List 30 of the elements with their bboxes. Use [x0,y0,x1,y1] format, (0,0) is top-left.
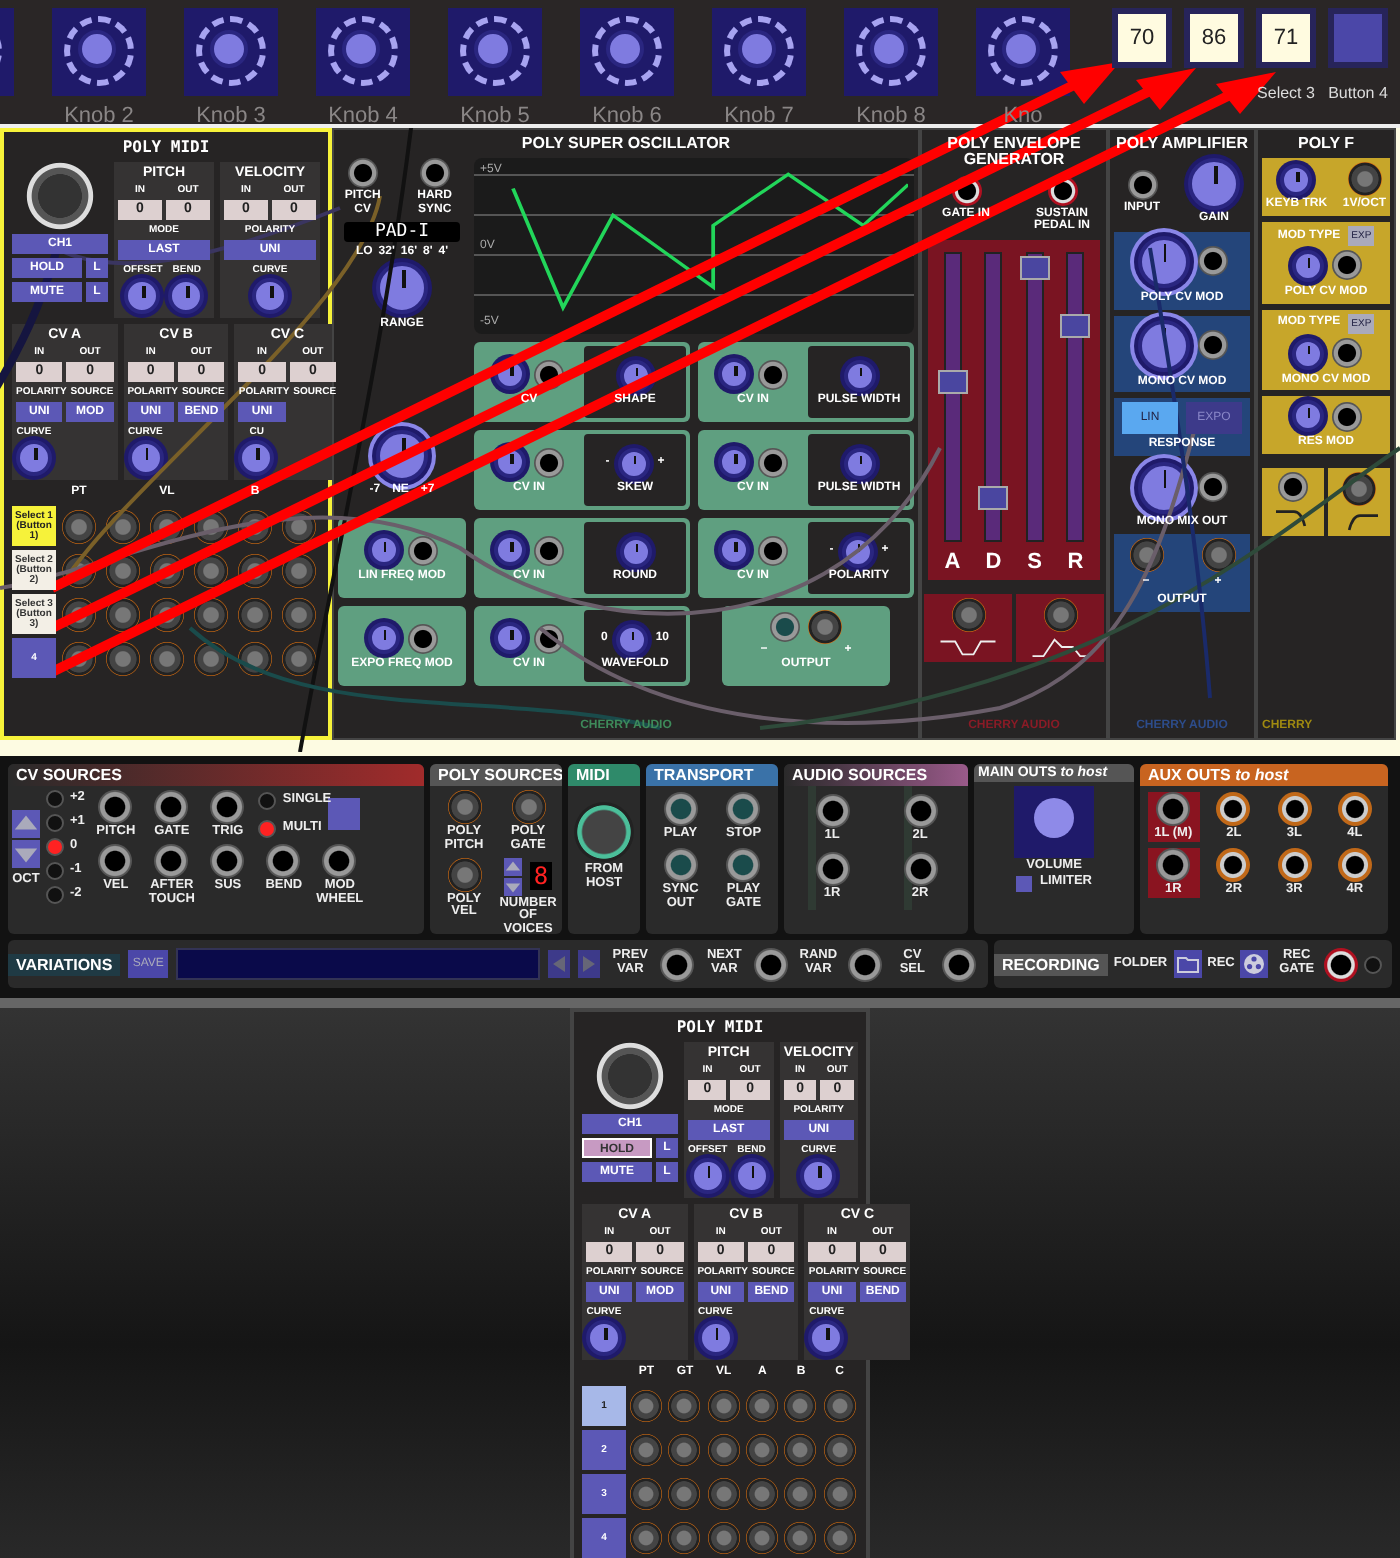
slider-label: D [985,549,1002,574]
value-button[interactable]: 86 [1184,8,1244,68]
section-title: POLY SOURCES [430,764,562,786]
module-title: POLY F [1295,136,1356,153]
value-button[interactable]: 70 [1112,8,1172,68]
value-button[interactable]: 71 [1256,8,1316,68]
section-title: AUDIO SOURCES [784,764,968,786]
voices-display: 8 [529,862,553,891]
knob-label: Knob 7 [724,104,794,128]
slider-label: A [944,549,961,574]
knob-label: Knob 6 [592,104,662,128]
slider-label: R [1067,549,1084,574]
section-title: TRANSPORT [646,764,778,786]
knob-label: Knob 5 [460,104,530,128]
section-title: RECORDING [994,953,1108,975]
section-title: AUX OUTS to host [1140,764,1388,786]
preset-display: PAD-I [344,221,460,242]
section-title: VARIATIONS [8,953,121,975]
section-title: CV SOURCES [8,764,424,786]
knob-label: Knob 4 [328,104,398,128]
knob-label: Knob 2 [64,104,134,128]
module-title: POLY MIDI [120,140,212,157]
knob-label: Knob 3 [196,104,266,128]
slider-label: S [1027,549,1042,574]
section-title: MIDI [568,764,640,786]
button-label: Select 3 [1257,84,1315,102]
module-title: POLY MIDI [674,1020,766,1037]
module-title: POLY SUPER OSCILLATOR [521,136,731,153]
knob-label: Knob 8 [856,104,926,128]
button-label: Button 4 [1328,84,1388,102]
